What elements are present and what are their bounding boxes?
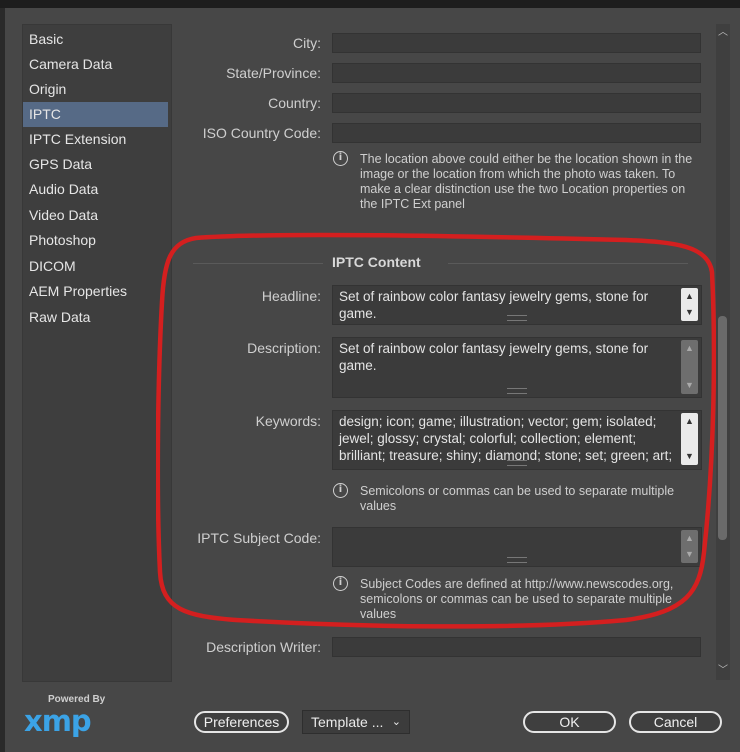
template-dropdown[interactable]: Template ... ⌄ bbox=[302, 710, 410, 734]
info-icon: i bbox=[333, 576, 348, 591]
iptc-panel: City: State/Province: Country: ISO Count… bbox=[178, 24, 716, 680]
category-sidebar: Basic Camera Data Origin IPTC IPTC Exten… bbox=[22, 24, 172, 682]
iso-country-code-label: ISO Country Code: bbox=[202, 125, 321, 141]
description-scroll[interactable]: ▲ ▼ bbox=[681, 340, 698, 394]
subject-code-field[interactable]: ▲ ▼ bbox=[332, 527, 702, 567]
state-label: State/Province: bbox=[226, 65, 321, 81]
title-strip bbox=[0, 0, 740, 8]
sidebar-item-dicom[interactable]: DICOM bbox=[23, 254, 168, 279]
description-writer-label: Description Writer: bbox=[206, 639, 321, 655]
description-field[interactable]: Set of rainbow color fantasy jewelry gem… bbox=[332, 337, 702, 398]
file-info-dialog: Basic Camera Data Origin IPTC IPTC Exten… bbox=[0, 0, 740, 752]
iso-country-code-field[interactable] bbox=[332, 123, 701, 143]
keywords-note: Semicolons or commas can be used to sepa… bbox=[360, 484, 675, 513]
resize-grip-icon[interactable] bbox=[507, 388, 527, 394]
sidebar-item-gps-data[interactable]: GPS Data bbox=[23, 152, 168, 177]
subject-code-note: Subject Codes are defined at http://www.… bbox=[360, 577, 674, 621]
keywords-field[interactable]: design; icon; game; illustration; vector… bbox=[332, 410, 702, 470]
sidebar-item-iptc-extension[interactable]: IPTC Extension bbox=[23, 127, 168, 152]
template-label: Template ... bbox=[311, 714, 384, 730]
chevron-down-icon: ⌄ bbox=[391, 716, 401, 728]
subject-code-label: IPTC Subject Code: bbox=[197, 530, 321, 546]
divider bbox=[448, 263, 688, 264]
country-label: Country: bbox=[268, 95, 321, 111]
chevron-down-icon[interactable]: ﹀ bbox=[716, 664, 730, 678]
panel-scrollbar[interactable]: ︿ ﹀ bbox=[716, 24, 730, 680]
resize-grip-icon[interactable] bbox=[507, 315, 527, 321]
sidebar-item-iptc[interactable]: IPTC bbox=[23, 102, 168, 127]
resize-grip-icon[interactable] bbox=[507, 460, 527, 466]
scroll-down-icon[interactable]: ▼ bbox=[681, 305, 698, 319]
section-title: IPTC Content bbox=[332, 254, 421, 270]
country-field[interactable] bbox=[332, 93, 701, 113]
city-label: City: bbox=[293, 35, 321, 51]
description-label: Description: bbox=[247, 340, 321, 356]
info-icon: i bbox=[333, 483, 348, 498]
headline-scroll[interactable]: ▲ ▼ bbox=[681, 288, 698, 321]
headline-value: Set of rainbow color fantasy jewelry gem… bbox=[339, 289, 649, 321]
dialog-footer: Powered By xmp Preferences Template ... … bbox=[0, 684, 740, 752]
info-icon: i bbox=[333, 151, 348, 166]
window-edge bbox=[0, 8, 5, 752]
location-note: The location above could either be the l… bbox=[360, 152, 693, 211]
scroll-up-icon[interactable]: ▲ bbox=[681, 531, 698, 545]
cancel-button[interactable]: Cancel bbox=[629, 711, 722, 733]
ok-button[interactable]: OK bbox=[523, 711, 616, 733]
sidebar-item-video-data[interactable]: Video Data bbox=[23, 203, 168, 228]
chevron-up-icon[interactable]: ︿ bbox=[716, 26, 730, 40]
sidebar-item-camera-data[interactable]: Camera Data bbox=[23, 52, 168, 77]
sidebar-item-aem-properties[interactable]: AEM Properties bbox=[23, 279, 168, 304]
resize-grip-icon[interactable] bbox=[507, 557, 527, 563]
divider bbox=[193, 263, 323, 264]
xmp-logo: Powered By xmp bbox=[22, 694, 106, 738]
keywords-value: design; icon; game; illustration; vector… bbox=[339, 414, 673, 463]
sidebar-item-basic[interactable]: Basic bbox=[23, 27, 168, 52]
scroll-down-icon[interactable]: ▼ bbox=[681, 449, 698, 463]
headline-field[interactable]: Set of rainbow color fantasy jewelry gem… bbox=[332, 285, 702, 325]
scroll-down-icon[interactable]: ▼ bbox=[681, 547, 698, 561]
scroll-up-icon[interactable]: ▲ bbox=[681, 289, 698, 303]
scroll-up-icon[interactable]: ▲ bbox=[681, 341, 698, 355]
keywords-label: Keywords: bbox=[255, 413, 321, 429]
sidebar-item-photoshop[interactable]: Photoshop bbox=[23, 228, 168, 253]
state-field[interactable] bbox=[332, 63, 701, 83]
description-value: Set of rainbow color fantasy jewelry gem… bbox=[339, 341, 649, 373]
scroll-up-icon[interactable]: ▲ bbox=[681, 414, 698, 428]
sidebar-item-audio-data[interactable]: Audio Data bbox=[23, 177, 168, 202]
keywords-scroll[interactable]: ▲ ▼ bbox=[681, 413, 698, 465]
scroll-down-icon[interactable]: ▼ bbox=[681, 378, 698, 392]
sidebar-item-origin[interactable]: Origin bbox=[23, 77, 168, 102]
preferences-button[interactable]: Preferences bbox=[194, 711, 289, 733]
xmp-logo-text: xmp bbox=[24, 704, 92, 738]
scroll-thumb[interactable] bbox=[718, 316, 727, 540]
sidebar-item-raw-data[interactable]: Raw Data bbox=[23, 305, 168, 330]
description-writer-field[interactable] bbox=[332, 637, 701, 657]
headline-label: Headline: bbox=[261, 288, 321, 304]
city-field[interactable] bbox=[332, 33, 701, 53]
subject-code-scroll[interactable]: ▲ ▼ bbox=[681, 530, 698, 563]
